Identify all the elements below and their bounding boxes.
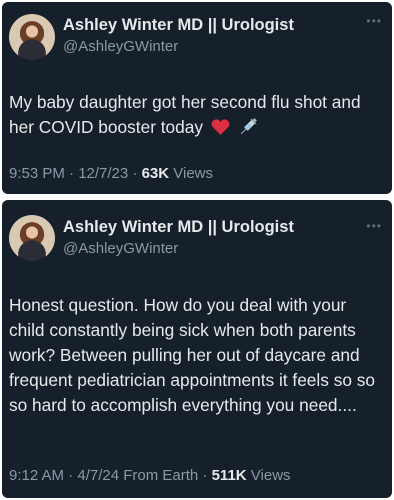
tweet-text: Honest question. How do you deal with yo… [9,295,376,415]
tweet-timestamp[interactable]: 9:12 AM · 4/7/24 From Earth · [9,467,212,484]
avatar[interactable] [9,215,55,261]
views-count: 511K [211,467,247,484]
views-count: 63K [141,165,170,182]
tweet-meta: 9:53 PM · 12/7/23 · 63K Views [9,165,213,182]
avatar[interactable] [9,14,55,60]
tweet-timestamp[interactable]: 9:53 PM · 12/7/23 · [9,165,142,182]
tweet-meta: 9:12 AM · 4/7/24 From Earth · 511K Views [9,467,291,484]
author-display-name[interactable]: Ashley Winter MD || Urologist [63,16,294,35]
more-options-icon[interactable]: ••• [366,14,382,28]
author-handle[interactable]: @AshleyGWinter [63,240,178,257]
tweet-text: My baby daughter got her second flu shot… [9,90,384,140]
red-heart-icon [211,119,230,135]
author-display-name[interactable]: Ashley Winter MD || Urologist [63,218,294,237]
more-options-icon[interactable]: ••• [366,219,382,233]
author-handle[interactable]: @AshleyGWinter [63,38,178,55]
syringe-icon [240,118,257,135]
tweet-card[interactable]: Ashley Winter MD || Urologist @AshleyGWi… [2,2,392,194]
views-label: Views [169,165,214,182]
tweet-text-body: My baby daughter got her second flu shot… [9,92,361,137]
views-label: Views [246,467,291,484]
tweet-card[interactable]: Ashley Winter MD || Urologist @AshleyGWi… [2,200,392,498]
